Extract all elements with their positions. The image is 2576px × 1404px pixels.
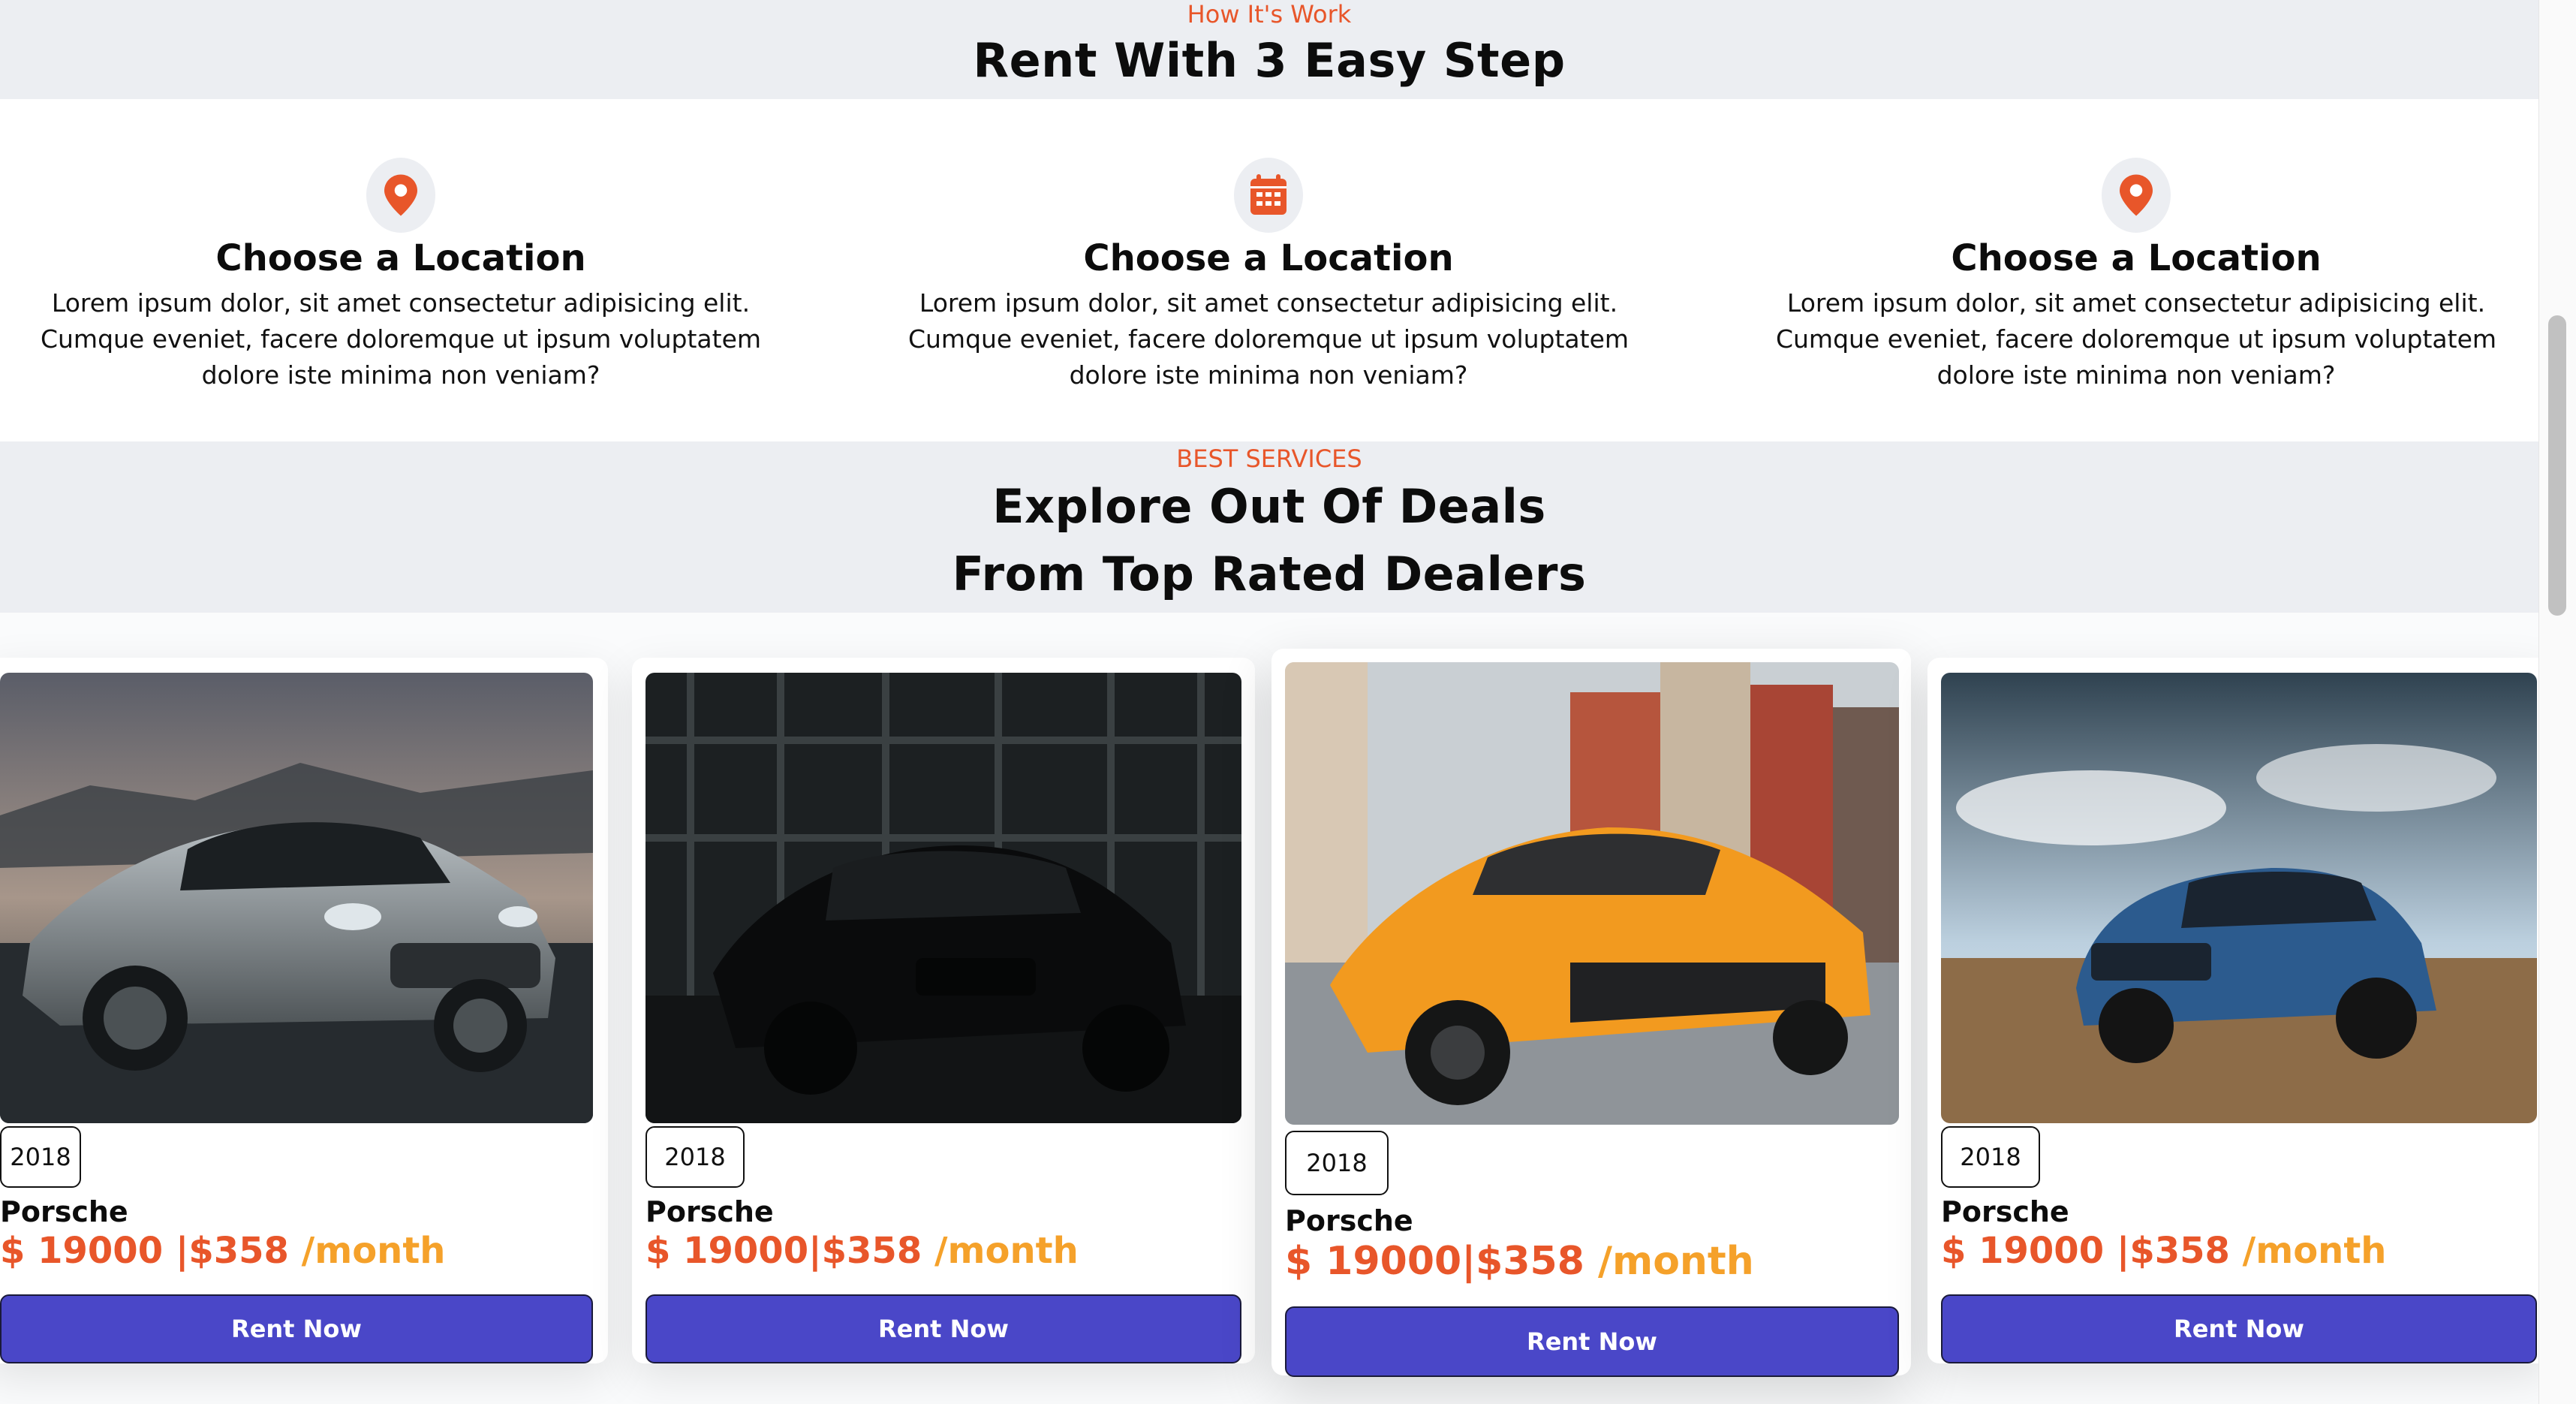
car-photo — [1285, 662, 1899, 1125]
year-badge: 2018 — [0, 1126, 81, 1188]
car-photo — [646, 673, 1241, 1123]
section-heading: Rent With 3 Easy Step — [973, 33, 1566, 88]
car-price: $ 19000 |$358 /month — [1941, 1230, 2387, 1272]
step-item: Choose a Location Lorem ipsum dolor, sit… — [893, 158, 1644, 393]
car-model: Porsche — [1285, 1204, 1413, 1237]
step-description: Lorem ipsum dolor, sit amet consectetur … — [1775, 288, 2497, 390]
car-photo — [0, 673, 593, 1123]
car-model: Porsche — [0, 1195, 128, 1228]
how-it-works-header: How It's Work Rent With 3 Easy Step — [0, 0, 2538, 99]
location-pin-icon — [2102, 158, 2171, 233]
year-badge: 2018 — [646, 1126, 745, 1188]
step-title: Choose a Location — [215, 237, 586, 279]
step-title: Choose a Location — [1083, 237, 1454, 279]
section-heading-line1: Explore Out Of Deals — [992, 479, 1546, 534]
car-model: Porsche — [1941, 1195, 2069, 1228]
deals-section: 2018 Porsche $ 19000 |$358 /month Rent N… — [0, 613, 2550, 1404]
step-description: Lorem ipsum dolor, sit amet consectetur … — [40, 288, 762, 390]
car-model: Porsche — [646, 1195, 774, 1228]
step-description: Lorem ipsum dolor, sit amet consectetur … — [907, 288, 1630, 390]
step-title: Choose a Location — [1951, 237, 2322, 279]
section-heading-line2: From Top Rated Dealers — [952, 547, 1587, 601]
car-price: $ 19000 |$358 /month — [0, 1230, 446, 1272]
location-pin-icon — [366, 158, 435, 233]
deals-header: BEST SERVICES Explore Out Of Deals From … — [0, 441, 2538, 613]
step-item: Choose a Location Lorem ipsum dolor, sit… — [1761, 158, 2511, 393]
rent-now-button[interactable]: Rent Now — [1285, 1306, 1899, 1377]
section-eyebrow: BEST SERVICES — [1176, 444, 1362, 473]
section-eyebrow: How It's Work — [1187, 0, 1352, 29]
rent-now-button[interactable]: Rent Now — [0, 1294, 593, 1363]
car-card: 2018 Porsche $ 19000|$358 /month Rent No… — [1271, 649, 1911, 1377]
calendar-icon — [1234, 158, 1303, 233]
year-badge: 2018 — [1285, 1131, 1389, 1195]
car-photo — [1941, 673, 2537, 1123]
rent-now-button[interactable]: Rent Now — [1941, 1294, 2537, 1363]
car-card: 2018 Porsche $ 19000 |$358 /month Rent N… — [1927, 658, 2550, 1363]
steps-section: Choose a Location Lorem ipsum dolor, sit… — [0, 99, 2538, 441]
scrollbar-thumb[interactable] — [2548, 315, 2566, 616]
year-badge: 2018 — [1941, 1126, 2040, 1188]
car-price: $ 19000|$358 /month — [646, 1230, 1079, 1272]
page-scrollbar[interactable] — [2538, 0, 2576, 1404]
car-card: 2018 Porsche $ 19000 |$358 /month Rent N… — [0, 658, 608, 1363]
step-item: Choose a Location Lorem ipsum dolor, sit… — [26, 158, 776, 393]
car-card: 2018 Porsche $ 19000|$358 /month Rent No… — [632, 658, 1255, 1363]
car-price: $ 19000|$358 /month — [1285, 1239, 1754, 1284]
rent-now-button[interactable]: Rent Now — [646, 1294, 1241, 1363]
